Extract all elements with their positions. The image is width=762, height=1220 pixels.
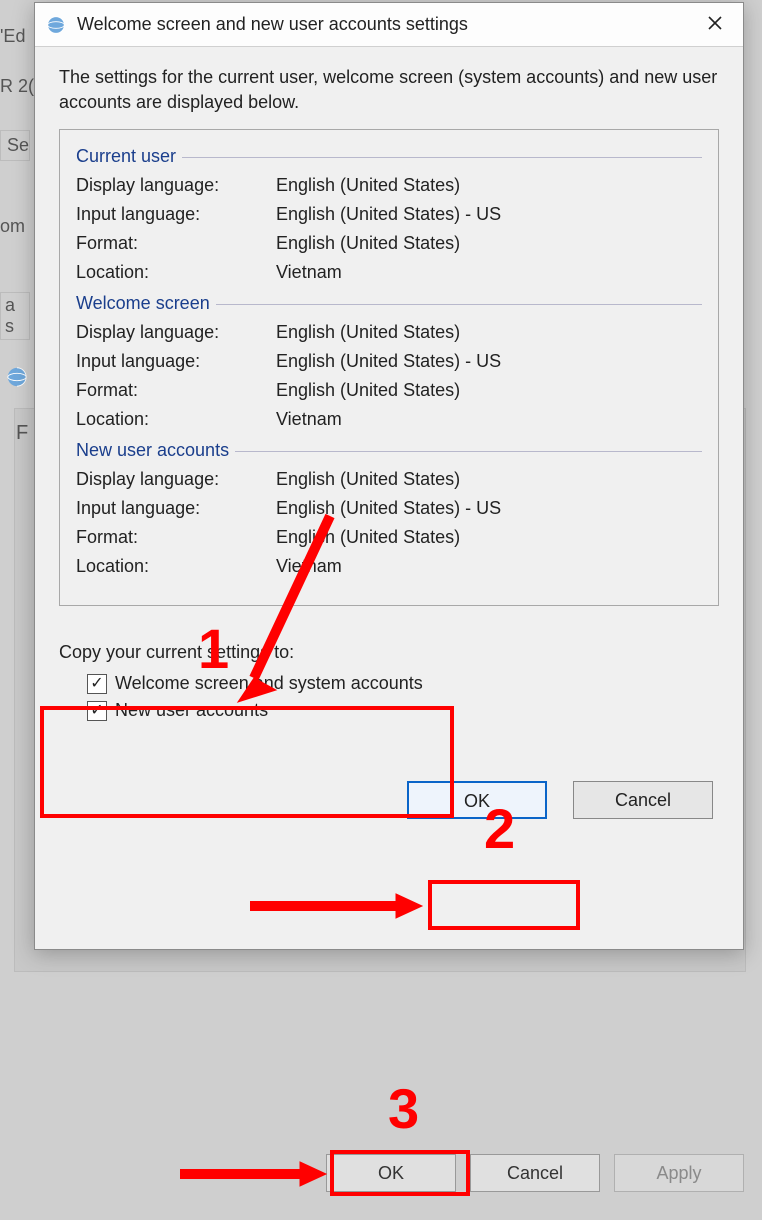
value: Vietnam (276, 409, 342, 430)
bg-frag: F (16, 422, 28, 445)
value: Vietnam (276, 262, 342, 283)
checkbox-newuser[interactable]: ✓ (87, 701, 107, 721)
label: Display language: (76, 175, 276, 196)
parent-button-row: OK Cancel Apply (326, 1154, 744, 1192)
group-title: New user accounts (76, 440, 235, 461)
settings-panel: Current user Display language: English (… (59, 129, 719, 606)
label: Location: (76, 409, 276, 430)
checkbox-row-welcome[interactable]: ✓ Welcome screen and system accounts (87, 673, 719, 694)
bg-frag: a s (0, 292, 30, 340)
dialog-title: Welcome screen and new user accounts set… (77, 14, 687, 35)
value: English (United States) (276, 233, 460, 254)
value: English (United States) - US (276, 204, 501, 225)
parent-ok-button[interactable]: OK (326, 1154, 456, 1192)
label: Format: (76, 233, 276, 254)
label: Input language: (76, 351, 276, 372)
globe-icon (45, 14, 67, 36)
value: English (United States) - US (276, 351, 501, 372)
row-format: Format: English (United States) (76, 229, 702, 258)
dialog-titlebar: Welcome screen and new user accounts set… (35, 3, 743, 47)
copy-settings-section: Copy your current settings to: ✓ Welcome… (59, 642, 719, 727)
label: Location: (76, 556, 276, 577)
label: Format: (76, 527, 276, 548)
copy-settings-title: Copy your current settings to: (59, 642, 719, 663)
row-display-language: Display language: English (United States… (76, 171, 702, 200)
row-location: Location: Vietnam (76, 258, 702, 287)
group-current-user: Current user Display language: English (… (76, 146, 702, 287)
checkbox-row-newuser[interactable]: ✓ New user accounts (87, 700, 719, 721)
checkbox-welcome[interactable]: ✓ (87, 674, 107, 694)
dialog-button-row: OK Cancel (59, 781, 719, 819)
row-input-language: Input language: English (United States) … (76, 494, 702, 523)
settings-dialog: Welcome screen and new user accounts set… (34, 2, 744, 950)
row-display-language: Display language: English (United States… (76, 465, 702, 494)
bg-frag: om (0, 216, 25, 237)
row-location: Location: Vietnam (76, 405, 702, 434)
group-divider (235, 451, 702, 452)
group-divider (216, 304, 702, 305)
region-window-icon (6, 366, 30, 390)
row-display-language: Display language: English (United States… (76, 318, 702, 347)
label: Location: (76, 262, 276, 283)
bg-frag: Se (0, 130, 30, 161)
row-input-language: Input language: English (United States) … (76, 347, 702, 376)
value: English (United States) (276, 175, 460, 196)
group-divider (182, 157, 702, 158)
value: English (United States) (276, 380, 460, 401)
cancel-button[interactable]: Cancel (573, 781, 713, 819)
value: Vietnam (276, 556, 342, 577)
close-icon (708, 13, 722, 36)
intro-text: The settings for the current user, welco… (59, 65, 719, 115)
label: Format: (76, 380, 276, 401)
row-format: Format: English (United States) (76, 523, 702, 552)
group-welcome-screen: Welcome screen Display language: English… (76, 293, 702, 434)
dialog-body: The settings for the current user, welco… (35, 47, 743, 949)
group-new-user-accounts: New user accounts Display language: Engl… (76, 440, 702, 581)
close-button[interactable] (687, 3, 743, 47)
group-title: Welcome screen (76, 293, 216, 314)
parent-cancel-button[interactable]: Cancel (470, 1154, 600, 1192)
bg-frag: R 2( (0, 76, 34, 97)
row-format: Format: English (United States) (76, 376, 702, 405)
checkbox-label: New user accounts (115, 700, 268, 721)
value: English (United States) - US (276, 498, 501, 519)
value: English (United States) (276, 469, 460, 490)
row-input-language: Input language: English (United States) … (76, 200, 702, 229)
row-location: Location: Vietnam (76, 552, 702, 581)
label: Display language: (76, 469, 276, 490)
label: Display language: (76, 322, 276, 343)
bg-frag: 'Ed (0, 26, 25, 47)
value: English (United States) (276, 527, 460, 548)
label: Input language: (76, 204, 276, 225)
group-title: Current user (76, 146, 182, 167)
checkbox-label: Welcome screen and system accounts (115, 673, 423, 694)
label: Input language: (76, 498, 276, 519)
parent-apply-button: Apply (614, 1154, 744, 1192)
ok-button[interactable]: OK (407, 781, 547, 819)
value: English (United States) (276, 322, 460, 343)
